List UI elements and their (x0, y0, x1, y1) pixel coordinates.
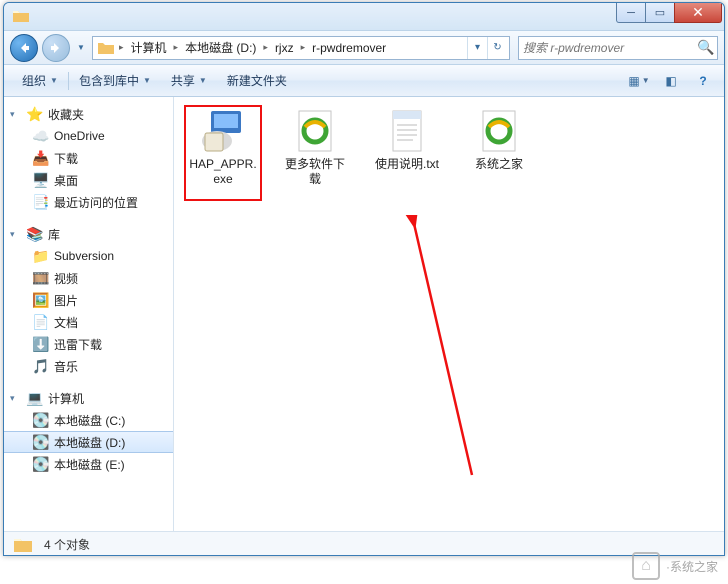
folder-icon: 📁 (32, 248, 50, 264)
music-icon: 🎵 (32, 358, 50, 374)
tree-item-drive-d[interactable]: 💽本地磁盘 (D:) (4, 431, 173, 453)
watermark: ⌂ ·系统之家 (632, 552, 718, 580)
collapse-icon: ▾ (10, 229, 22, 240)
chevron-right-icon: ▸ (172, 42, 181, 53)
breadcrumb-segment[interactable]: rjxz (270, 41, 299, 55)
tree-item-drive-e[interactable]: 💽本地磁盘 (E:) (4, 453, 173, 475)
arrow-left-icon (17, 41, 31, 55)
star-icon: ⭐ (26, 106, 44, 122)
library-icon: 📚 (26, 226, 44, 242)
download-icon: ⬇️ (32, 336, 50, 352)
drive-icon: 💽 (32, 412, 50, 428)
folder-icon (12, 534, 34, 556)
file-name-label: 更多软件下载 (280, 157, 350, 187)
file-name-label: 系统之家 (464, 157, 534, 172)
file-list[interactable]: HAP_APPR.exe 更多软件下载 (174, 97, 724, 531)
chevron-right-icon: ▸ (261, 42, 270, 53)
annotation-arrow (362, 215, 482, 495)
share-menu[interactable]: 共享▼ (161, 65, 217, 96)
tree-item-video[interactable]: 🎞️视频 (4, 267, 173, 289)
arrow-right-icon (49, 41, 63, 55)
tree-item-documents[interactable]: 📄文档 (4, 311, 173, 333)
preview-pane-button[interactable]: ◧ (658, 70, 684, 92)
drive-icon: 💽 (32, 456, 50, 472)
address-bar[interactable]: ▸ 计算机 ▸ 本地磁盘 (D:) ▸ rjxz ▸ r-pwdremover … (92, 36, 510, 60)
drive-icon: 💽 (32, 434, 50, 450)
download-icon: 📥 (32, 150, 50, 166)
text-file-icon (383, 107, 431, 155)
include-library-menu[interactable]: 包含到库中▼ (69, 65, 161, 96)
file-item-ie-link[interactable]: 更多软件下载 (280, 107, 350, 187)
forward-button[interactable] (42, 34, 70, 62)
onedrive-icon: ☁️ (32, 128, 50, 144)
installer-icon (199, 107, 247, 155)
window-controls: ─ ▭ ✕ (617, 3, 722, 23)
nav-history-dropdown[interactable]: ▼ (74, 37, 88, 59)
folder-title-icon (12, 7, 30, 25)
tree-item-music[interactable]: 🎵音乐 (4, 355, 173, 377)
maximize-button[interactable]: ▭ (645, 3, 675, 23)
ie-shortcut-icon (475, 107, 523, 155)
help-button[interactable]: ? (690, 70, 716, 92)
tree-item-drive-c[interactable]: 💽本地磁盘 (C:) (4, 409, 173, 431)
recent-icon: 📑 (32, 194, 50, 210)
document-icon: 📄 (32, 314, 50, 330)
title-bar: ─ ▭ ✕ (4, 3, 724, 31)
video-icon: 🎞️ (32, 270, 50, 286)
tree-item-onedrive[interactable]: ☁️OneDrive (4, 125, 173, 147)
command-bar: 组织▼ 包含到库中▼ 共享▼ 新建文件夹 ▦ ▼ ◧ ? (4, 65, 724, 97)
new-folder-button[interactable]: 新建文件夹 (217, 65, 297, 96)
close-button[interactable]: ✕ (674, 3, 722, 23)
tree-item-thunder[interactable]: ⬇️迅雷下载 (4, 333, 173, 355)
folder-icon (97, 39, 115, 57)
chevron-right-icon: ▸ (299, 42, 308, 53)
tree-item-pictures[interactable]: 🖼️图片 (4, 289, 173, 311)
file-item-txt[interactable]: 使用说明.txt (372, 107, 442, 172)
organize-menu[interactable]: 组织▼ (12, 65, 68, 96)
desktop-icon: 🖥️ (32, 172, 50, 188)
navigation-tree: ▾ ⭐ 收藏夹 ☁️OneDrive 📥下载 🖥️桌面 📑最近访问的位置 ▾ 📚… (4, 97, 174, 531)
status-bar: 4 个对象 (4, 531, 724, 556)
status-count-label: 4 个对象 (44, 536, 90, 553)
breadcrumb-segment[interactable]: r-pwdremover (307, 41, 391, 55)
breadcrumb-segment[interactable]: 本地磁盘 (D:) (180, 39, 261, 56)
collapse-icon: ▾ (10, 393, 22, 404)
tree-favorites[interactable]: ▾ ⭐ 收藏夹 (4, 103, 173, 125)
watermark-text: ·系统之家 (666, 558, 718, 575)
computer-icon: 💻 (26, 390, 44, 406)
file-name-label: 使用说明.txt (372, 157, 442, 172)
view-options-button[interactable]: ▦ ▼ (626, 70, 652, 92)
minimize-button[interactable]: ─ (616, 3, 646, 23)
nav-bar: ▼ ▸ 计算机 ▸ 本地磁盘 (D:) ▸ rjxz ▸ r-pwdremove… (4, 31, 724, 65)
tree-item-desktop[interactable]: 🖥️桌面 (4, 169, 173, 191)
address-history-dropdown[interactable]: ▾ (467, 37, 487, 59)
content-area: ▾ ⭐ 收藏夹 ☁️OneDrive 📥下载 🖥️桌面 📑最近访问的位置 ▾ 📚… (4, 97, 724, 531)
search-input[interactable] (523, 41, 697, 55)
search-icon: 🔍 (697, 39, 713, 56)
tree-library[interactable]: ▾ 📚 库 (4, 223, 173, 245)
breadcrumb-segment[interactable]: 计算机 (126, 39, 172, 56)
picture-icon: 🖼️ (32, 292, 50, 308)
collapse-icon: ▾ (10, 109, 22, 120)
file-item-ie-link[interactable]: 系统之家 (464, 107, 534, 172)
search-box[interactable]: 🔍 (518, 36, 718, 60)
explorer-window: ─ ▭ ✕ ▼ ▸ 计算机 ▸ 本地磁盘 (D:) ▸ rjxz ▸ r-pwd… (3, 2, 725, 556)
back-button[interactable] (10, 34, 38, 62)
tree-item-recent[interactable]: 📑最近访问的位置 (4, 191, 173, 213)
ie-shortcut-icon (291, 107, 339, 155)
chevron-right-icon: ▸ (117, 42, 126, 53)
tree-computer[interactable]: ▾ 💻 计算机 (4, 387, 173, 409)
tree-item-downloads[interactable]: 📥下载 (4, 147, 173, 169)
watermark-logo-icon: ⌂ (632, 552, 660, 580)
tree-item-subversion[interactable]: 📁Subversion (4, 245, 173, 267)
refresh-button[interactable]: ↻ (487, 37, 507, 59)
